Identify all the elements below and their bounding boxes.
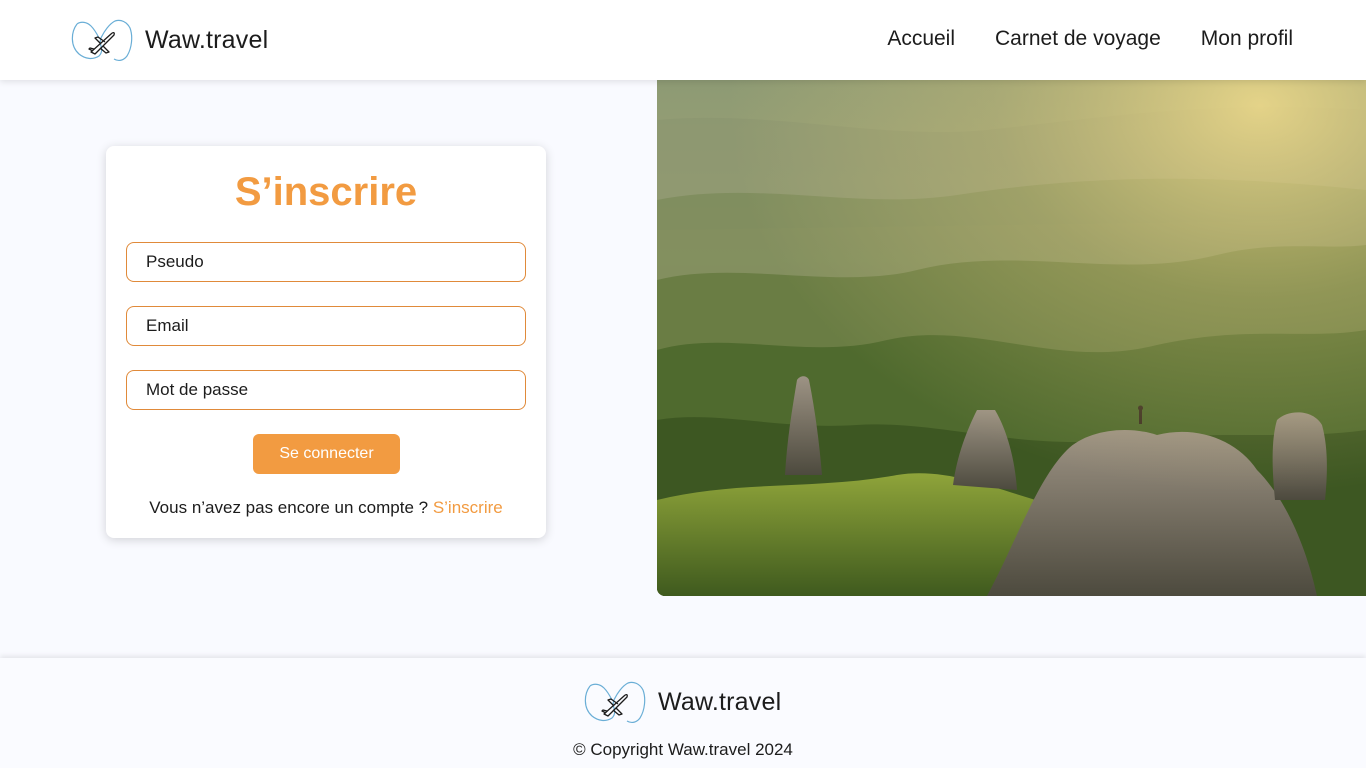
header-logo[interactable]: Waw.travel	[69, 18, 268, 62]
brand-name: Waw.travel	[145, 25, 269, 54]
email-field[interactable]	[126, 306, 526, 346]
signup-prompt: Vous n’avez pas encore un compte ? S’ins…	[106, 498, 546, 518]
password-field[interactable]	[126, 370, 526, 410]
nav-link-travel-journal[interactable]: Carnet de voyage	[995, 26, 1161, 52]
footer-logo[interactable]: Waw.travel	[582, 680, 781, 724]
signup-card: S’inscrire Se connecter Vous n’avez pas …	[106, 146, 546, 538]
mountain-landscape-illustration	[657, 80, 1366, 596]
hero-image	[657, 80, 1366, 596]
site-footer: Waw.travel © Copyright Waw.travel 2024	[0, 658, 1366, 768]
copyright-text: © Copyright Waw.travel 2024	[573, 740, 793, 759]
login-button[interactable]: Se connecter	[253, 434, 400, 474]
brand-name: Waw.travel	[658, 687, 782, 716]
signup-title: S’inscrire	[234, 170, 418, 214]
airplane-heart-icon	[71, 19, 133, 62]
signup-link[interactable]: S’inscrire	[433, 498, 503, 517]
site-header: Waw.travel Accueil Carnet de voyage Mon …	[0, 0, 1366, 80]
main-nav: Accueil Carnet de voyage Mon profil	[847, 26, 1293, 52]
username-field[interactable]	[126, 242, 526, 282]
nav-link-profile[interactable]: Mon profil	[1201, 26, 1293, 52]
airplane-heart-icon	[584, 681, 646, 724]
nav-link-home[interactable]: Accueil	[887, 26, 955, 52]
signup-prompt-text: Vous n’avez pas encore un compte ?	[149, 498, 429, 517]
